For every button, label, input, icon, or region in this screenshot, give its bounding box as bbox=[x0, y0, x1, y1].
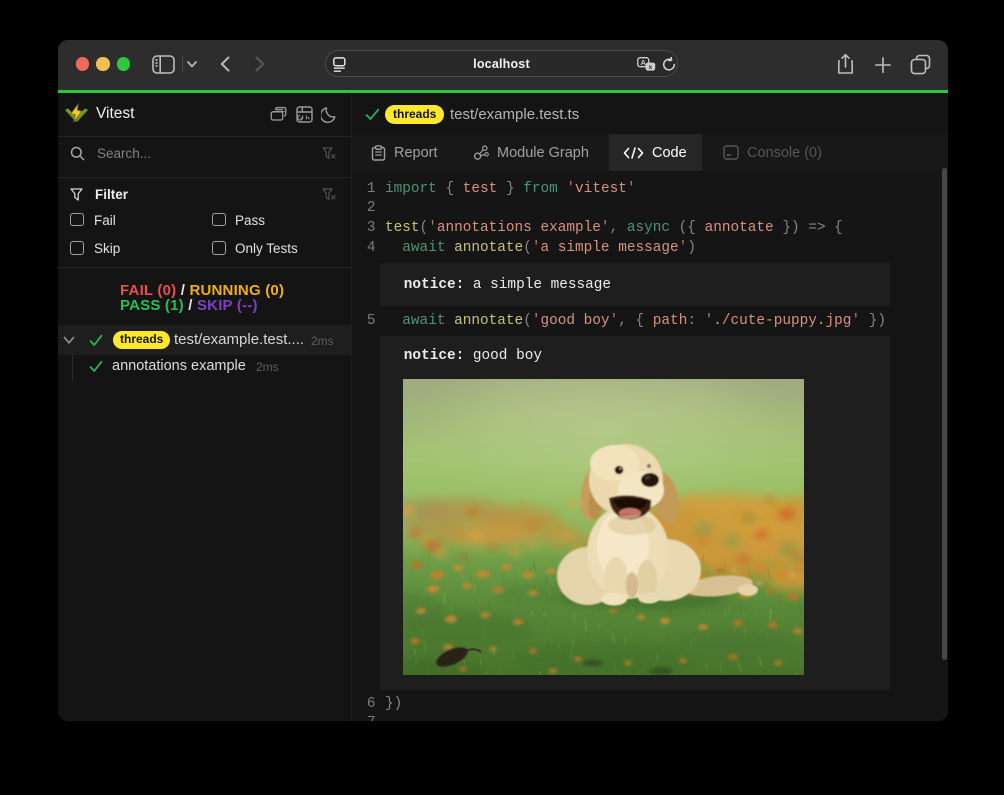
svg-text:A: A bbox=[640, 57, 646, 66]
svg-text:x: x bbox=[649, 64, 653, 71]
